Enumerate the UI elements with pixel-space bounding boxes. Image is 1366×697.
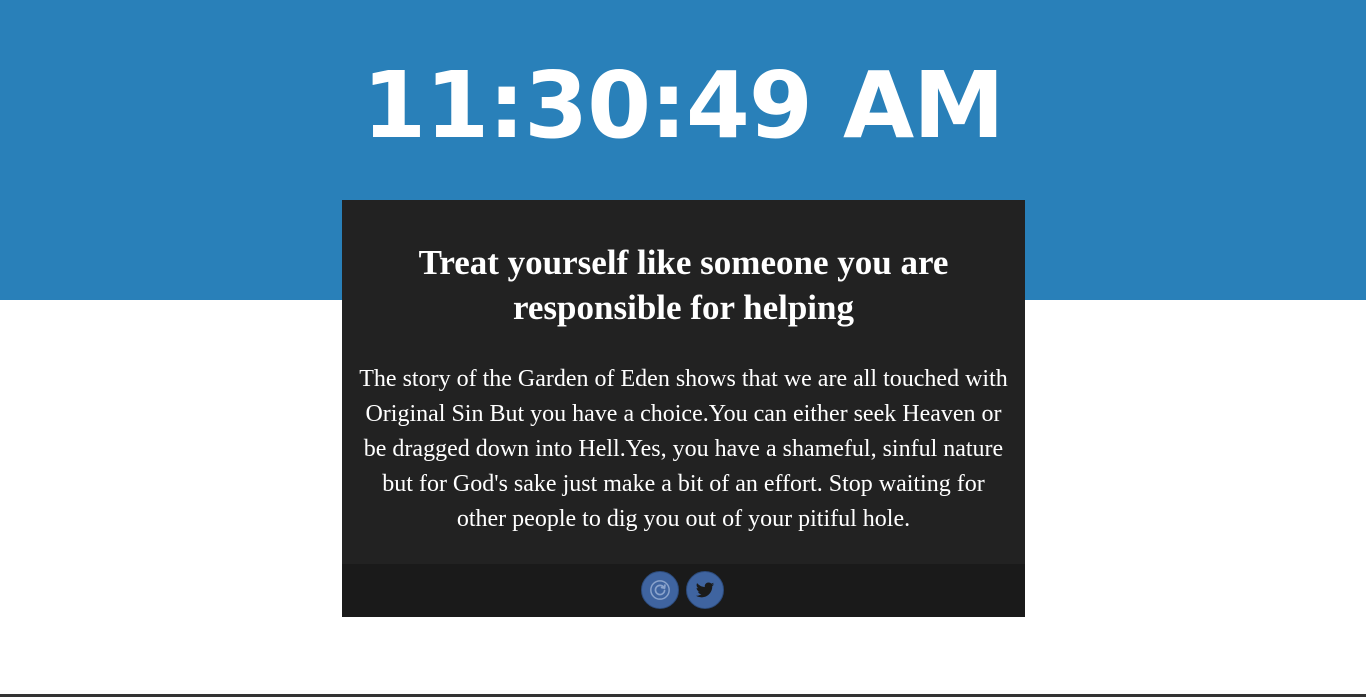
twitter-icon	[695, 580, 715, 600]
quote-body: The story of the Garden of Eden shows th…	[359, 366, 1008, 532]
refresh-button[interactable]	[641, 571, 679, 609]
tweet-button[interactable]	[686, 571, 724, 609]
quote-title: Treat yourself like someone you are resp…	[418, 243, 949, 327]
quote-card: Treat yourself like someone you are resp…	[342, 200, 1025, 617]
card-footer	[342, 564, 1025, 617]
clock-display: 11:30:49 AM	[362, 52, 1004, 159]
refresh-icon	[649, 579, 671, 601]
